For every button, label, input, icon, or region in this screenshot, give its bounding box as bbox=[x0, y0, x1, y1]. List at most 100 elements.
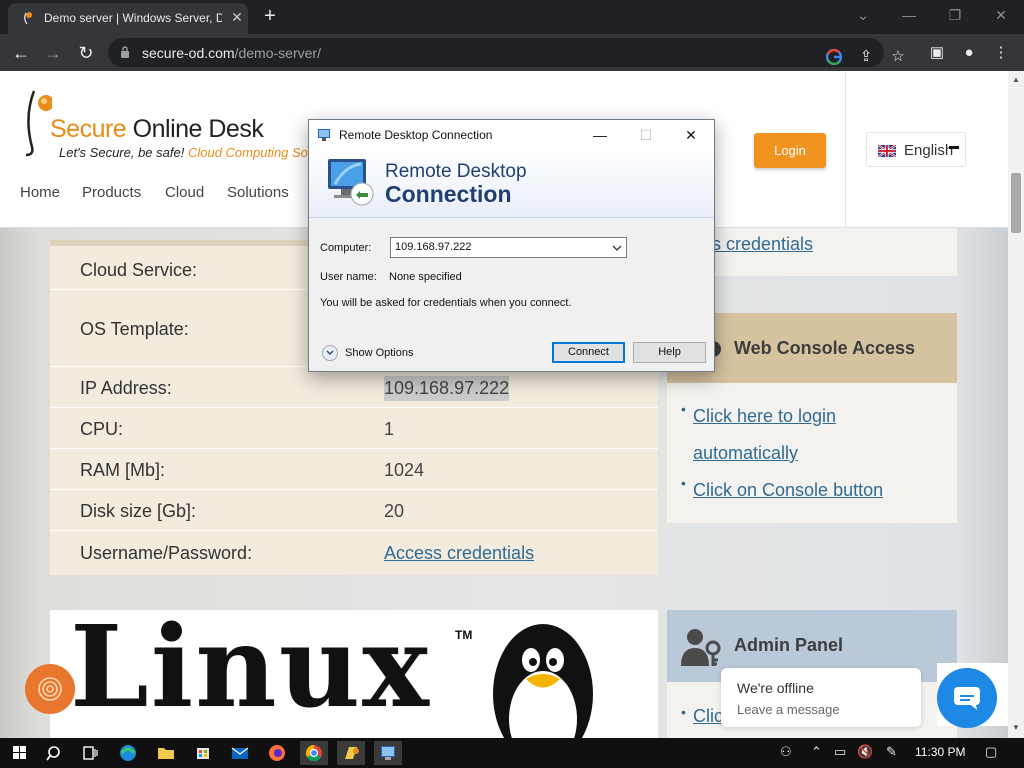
bullet-icon: • bbox=[681, 401, 686, 417]
page-scrollbar[interactable]: ▲ ▼ bbox=[1008, 71, 1024, 738]
expand-chevron-icon bbox=[322, 345, 338, 361]
row-label-ip-address: IP Address: bbox=[80, 378, 172, 398]
new-tab-plus-icon[interactable]: + bbox=[258, 5, 282, 29]
scroll-up-arrow-icon[interactable]: ▲ bbox=[1012, 75, 1020, 84]
address-bar[interactable]: secure-od.com/demo-server/ ⇪ ☆ bbox=[108, 38, 905, 70]
chat-button[interactable] bbox=[937, 668, 997, 728]
show-options-toggle[interactable]: Show Options bbox=[322, 344, 422, 362]
forward-arrow-icon[interactable]: → bbox=[40, 40, 66, 66]
reload-icon[interactable]: ↻ bbox=[73, 40, 99, 66]
tab-search-chevron-icon[interactable]: ⌄ bbox=[848, 4, 878, 26]
tux-penguin-icon bbox=[493, 624, 593, 738]
header-divider bbox=[845, 71, 846, 228]
access-credentials-link[interactable]: Access credentials bbox=[384, 543, 534, 564]
site-logo-text[interactable]: Secure Online Desk bbox=[50, 115, 264, 144]
table-row: Username/Password: Access credentials bbox=[50, 531, 658, 575]
row-value-ip-address[interactable]: 109.168.97.222 bbox=[384, 376, 510, 401]
rdp-titlebar[interactable]: Remote Desktop Connection — ☐ ✕ bbox=[309, 120, 714, 150]
privacy-fingerprint-button[interactable] bbox=[25, 664, 75, 714]
chrome-icon[interactable] bbox=[300, 741, 328, 765]
browser-tab[interactable]: Demo server | Windows Server, D ✕ bbox=[8, 3, 248, 34]
username-label: User name: bbox=[320, 271, 377, 283]
row-label-credentials: Username/Password: bbox=[80, 543, 253, 563]
remote-desktop-taskbar-icon[interactable] bbox=[374, 741, 402, 765]
site-favicon-icon bbox=[24, 12, 32, 25]
task-view-icon[interactable] bbox=[76, 741, 104, 765]
volume-muted-icon[interactable]: 🔇 bbox=[857, 744, 873, 760]
people-icon[interactable]: ⚇ bbox=[780, 744, 792, 760]
side-panel-icon[interactable]: ▣ bbox=[924, 40, 950, 66]
scroll-down-arrow-icon[interactable]: ▼ bbox=[1012, 723, 1020, 732]
linux-logo-panel: Linux TM bbox=[50, 610, 658, 738]
row-value-ram: 1024 bbox=[384, 460, 425, 480]
nav-home[interactable]: Home bbox=[20, 184, 60, 201]
admin-panel-title: Admin Panel bbox=[734, 635, 844, 655]
login-automatically-link-cont[interactable]: automatically bbox=[693, 443, 798, 464]
menu-kebab-icon[interactable]: ⋮ bbox=[988, 40, 1014, 66]
rdp-close-icon[interactable]: ✕ bbox=[676, 125, 706, 145]
taskbar-clock[interactable]: 11:30 PM bbox=[915, 745, 965, 759]
help-button[interactable]: Help bbox=[633, 342, 706, 363]
admin-panel-link[interactable]: Clic bbox=[693, 706, 723, 727]
credentials-info-text: You will be asked for credentials when y… bbox=[320, 297, 572, 309]
rdp-minimize-icon[interactable]: — bbox=[585, 125, 615, 145]
nav-cloud[interactable]: Cloud bbox=[165, 184, 204, 201]
firefox-icon[interactable] bbox=[263, 741, 291, 765]
restore-icon[interactable]: ❐ bbox=[940, 4, 970, 26]
rdp-dialog: Remote Desktop Connection — ☐ ✕ Remote D… bbox=[308, 119, 715, 372]
profile-icon[interactable]: ● bbox=[956, 40, 982, 66]
rdp-banner: Remote Desktop Connection bbox=[309, 150, 714, 218]
computer-label: Computer: bbox=[320, 242, 372, 254]
chat-bubble-icon bbox=[954, 687, 980, 710]
windows-taskbar: ⚇ ⌃ ▭ 🔇 ✎ 11:30 PM ▢ bbox=[0, 738, 1024, 768]
nav-solutions[interactable]: Solutions bbox=[227, 184, 289, 201]
secure-online-desktop-icon[interactable] bbox=[337, 741, 365, 765]
login-button[interactable]: Login bbox=[754, 133, 826, 168]
scrollbar-thumb[interactable] bbox=[1011, 173, 1021, 233]
bullet-icon: • bbox=[681, 475, 686, 491]
show-options-label: Show Options bbox=[345, 347, 414, 359]
network-icon[interactable]: ▭ bbox=[834, 744, 846, 760]
search-icon[interactable] bbox=[41, 741, 69, 765]
mail-icon[interactable] bbox=[226, 741, 254, 765]
google-g-icon[interactable] bbox=[821, 44, 847, 70]
lock-icon bbox=[121, 46, 129, 58]
language-label: English bbox=[904, 142, 954, 159]
back-arrow-icon[interactable]: ← bbox=[8, 40, 34, 66]
file-explorer-icon[interactable] bbox=[152, 741, 180, 765]
row-value-cpu: 1 bbox=[384, 419, 395, 439]
rdp-banner-line1: Remote Desktop bbox=[385, 161, 527, 182]
login-automatically-link[interactable]: Click here to login bbox=[693, 406, 836, 427]
row-label-cpu: CPU: bbox=[80, 419, 124, 439]
chat-offline-subtitle: Leave a message bbox=[737, 702, 840, 717]
notifications-icon[interactable]: ▢ bbox=[985, 744, 997, 760]
row-label-cloud-service: Cloud Service: bbox=[80, 260, 198, 280]
close-window-icon[interactable]: ✕ bbox=[986, 4, 1016, 26]
tray-chevron-up-icon[interactable]: ⌃ bbox=[811, 744, 822, 760]
logo-mark-icon[interactable] bbox=[22, 87, 52, 157]
console-button-link[interactable]: Click on Console button bbox=[693, 480, 883, 501]
bookmark-star-icon[interactable]: ☆ bbox=[885, 44, 911, 70]
table-row: RAM [Mb]: 1024 bbox=[50, 449, 658, 490]
store-icon[interactable] bbox=[189, 741, 217, 765]
rdp-app-icon bbox=[318, 129, 330, 141]
chevron-down-icon[interactable] bbox=[611, 242, 623, 254]
chat-offline-bubble[interactable]: We're offline Leave a message bbox=[721, 668, 921, 727]
windows-start-icon[interactable] bbox=[6, 741, 34, 765]
share-icon[interactable]: ⇪ bbox=[853, 44, 879, 70]
uk-flag-icon bbox=[878, 145, 896, 157]
computer-combobox[interactable]: 109.168.97.222 bbox=[390, 237, 627, 258]
username-value: None specified bbox=[389, 271, 462, 283]
connect-button[interactable]: Connect bbox=[552, 342, 625, 363]
nav-products[interactable]: Products bbox=[82, 184, 141, 201]
chat-offline-title: We're offline bbox=[737, 680, 814, 696]
language-selector[interactable]: English ▬ bbox=[866, 132, 966, 167]
pen-ink-icon[interactable]: ✎ bbox=[886, 744, 897, 760]
minimize-icon[interactable]: — bbox=[894, 4, 924, 26]
web-console-title: Web Console Access bbox=[734, 338, 916, 358]
edge-browser-icon[interactable] bbox=[114, 741, 142, 765]
user-key-icon bbox=[681, 629, 721, 666]
table-row: Disk size [Gb]: 20 bbox=[50, 490, 658, 531]
tab-close-icon[interactable]: ✕ bbox=[228, 8, 246, 26]
trademark-mark: TM bbox=[455, 628, 473, 642]
